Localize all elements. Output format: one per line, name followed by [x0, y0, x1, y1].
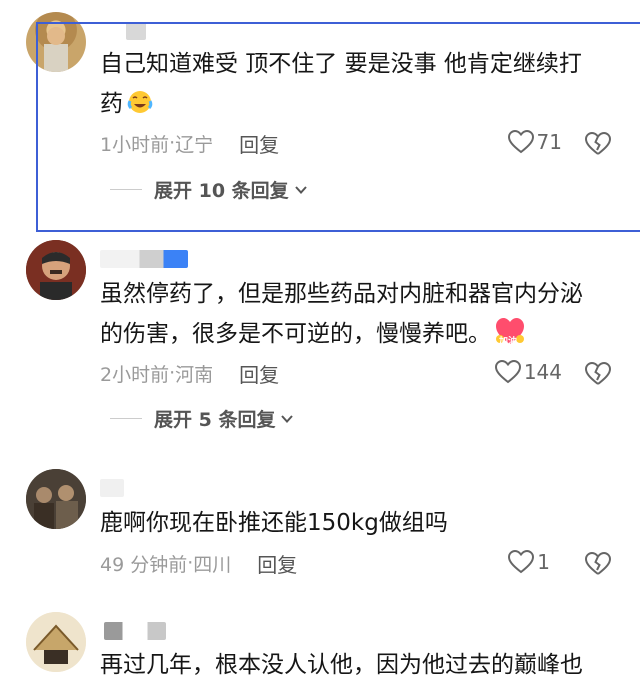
- comment-text-line: 虽然停药了，但是那些药品对内脏和器官内分泌: [100, 281, 583, 307]
- jiayou-emoji-icon: 加油: [495, 317, 525, 347]
- comment-text-line: 再过几年，根本没人认他，因为他过去的巅峰也: [100, 652, 583, 678]
- comment-text: 再过几年，根本没人认他，因为他过去的巅峰也: [100, 645, 620, 685]
- comment-time: 2小时前: [100, 363, 170, 386]
- like-button[interactable]: 1: [507, 549, 550, 575]
- divider-line: [110, 418, 142, 419]
- reply-button[interactable]: 回复: [239, 359, 279, 388]
- comment-text-line: 鹿啊你现在卧推还能150kg做组吗: [100, 510, 448, 536]
- avatar[interactable]: [26, 612, 86, 672]
- reply-button[interactable]: 回复: [257, 549, 297, 578]
- avatar[interactable]: [26, 240, 86, 300]
- username-blurred[interactable]: [104, 622, 166, 640]
- comment-location: 四川: [193, 553, 232, 576]
- comment-text-line: 的伤害，很多是不可逆的，慢慢养吧。 加油: [100, 314, 620, 354]
- heart-icon: [508, 549, 535, 574]
- username-blurred[interactable]: [100, 479, 124, 497]
- expand-replies-label: 展开 5 条回复: [154, 409, 276, 431]
- broken-heart-icon[interactable]: [584, 550, 612, 578]
- comment-time: 49 分钟前: [100, 553, 188, 576]
- avatar[interactable]: [26, 469, 86, 529]
- like-count: 1: [537, 550, 550, 574]
- username-blurred[interactable]: [100, 250, 188, 268]
- comment-meta: 49 分钟前 · 四川 回复: [100, 548, 297, 578]
- comment-text: 虽然停药了，但是那些药品对内脏和器官内分泌 的伤害，很多是不可逆的，慢慢养吧。加…: [100, 274, 620, 354]
- comment-meta: 2小时前 · 河南 回复: [100, 358, 279, 388]
- comment-text: 鹿啊你现在卧推还能150kg做组吗: [100, 503, 620, 543]
- chevron-down-icon: [281, 414, 294, 423]
- comment-location: 河南: [175, 363, 214, 386]
- comment-text-tail: 的伤害，很多是不可逆的，慢慢养吧。: [100, 321, 491, 347]
- expand-replies-button[interactable]: 展开 5 条回复: [110, 405, 294, 432]
- jiayou-label: 加油: [499, 337, 518, 347]
- heart-icon: [494, 359, 521, 384]
- broken-heart-icon[interactable]: [584, 360, 612, 388]
- selection-highlight-box: [36, 22, 640, 232]
- like-count: 144: [523, 360, 562, 384]
- like-button[interactable]: 144: [494, 359, 562, 385]
